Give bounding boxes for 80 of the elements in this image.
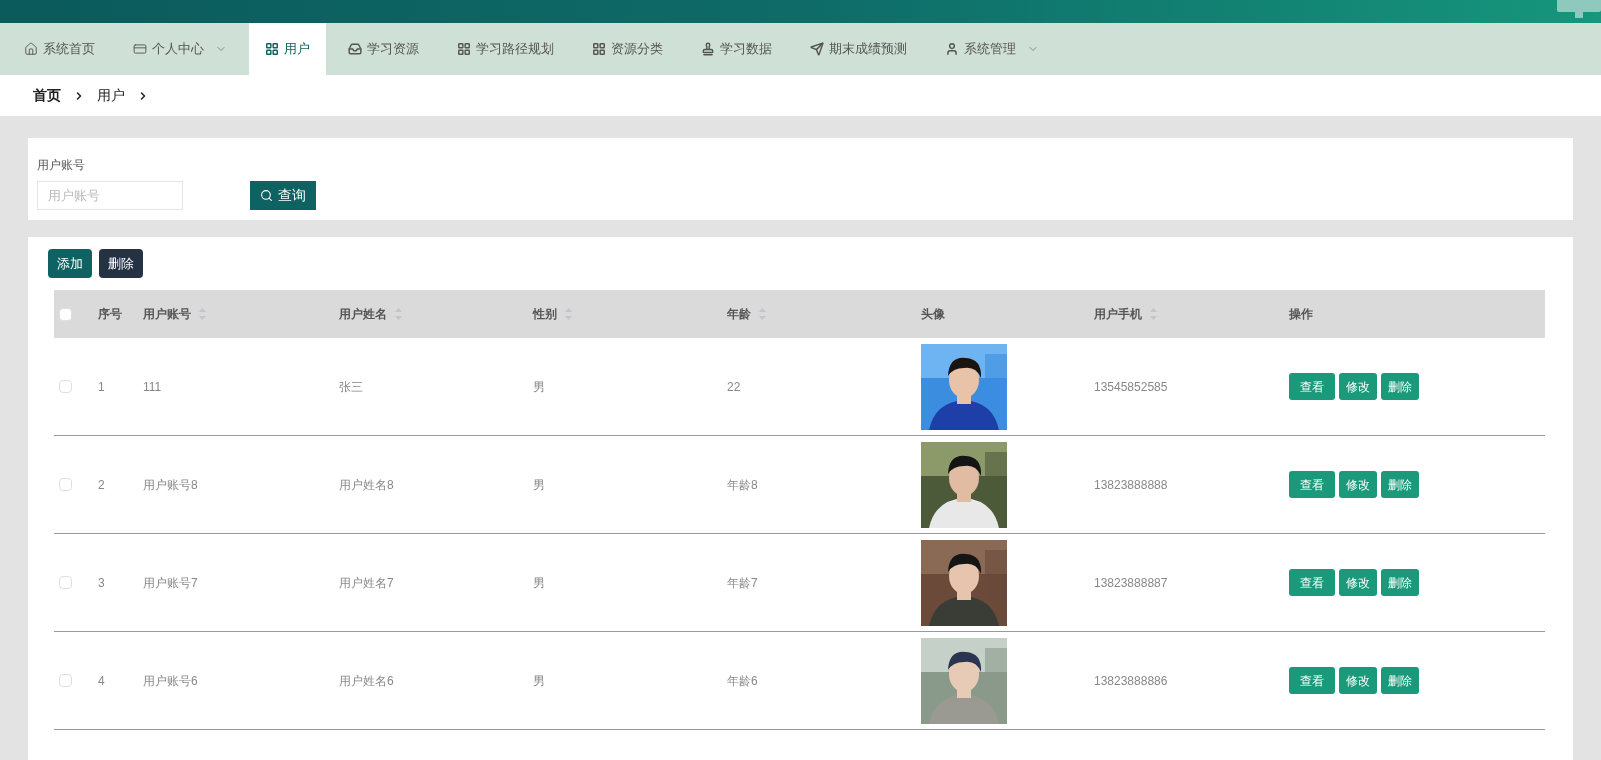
nav-tab[interactable]: 期末成绩预测 [794,23,923,75]
action-button[interactable]: 查看 [1289,373,1335,400]
sort-icon[interactable] [395,308,402,320]
column-header: 操作 [1289,306,1313,323]
table-cell: 1 [98,379,105,394]
column-header[interactable]: 用户账号 [143,305,191,323]
table-cell: 男 [533,379,545,394]
breadcrumb-link[interactable]: 用户 [97,85,125,106]
table-cell: 3 [98,575,105,590]
search-button[interactable]: 查询 [250,181,316,210]
tray-icon [348,42,362,56]
column-header[interactable]: 年龄 [727,305,751,323]
search-icon [260,189,273,202]
table-cell: 用户姓名7 [339,575,394,590]
action-button[interactable]: 查看 [1289,471,1335,498]
checkbox[interactable] [59,380,72,393]
action-button[interactable]: 删除 [1381,667,1419,694]
sort-icon[interactable] [565,308,572,320]
table-cell: 13823888886 [1094,673,1168,688]
wallet-icon [133,42,147,56]
input-field[interactable]: 用户账号 [37,181,183,210]
table-cell: 用户账号6 [143,673,198,688]
sort-icon[interactable] [1150,308,1157,320]
sort-icon[interactable] [759,308,766,320]
action-button[interactable]: 修改 [1339,471,1377,498]
table-cell: 4 [98,673,105,688]
table-cell: 用户姓名8 [339,477,394,492]
action-button[interactable]: 查看 [1289,667,1335,694]
grid-icon [592,42,606,56]
checkbox[interactable] [59,307,72,321]
nav-tab[interactable]: 用户 [249,23,326,75]
table-cell: 13823888888 [1094,477,1168,492]
table-cell: 13545852585 [1094,379,1168,394]
checkbox[interactable] [59,576,72,589]
column-header[interactable]: 性别 [533,305,557,323]
delete-button[interactable]: 删除 [99,249,143,278]
table-cell: 用户姓名6 [339,673,394,688]
field-label: 用户账号 [37,157,86,174]
action-button[interactable]: 查看 [1289,569,1335,596]
action-button[interactable]: 修改 [1339,373,1377,400]
checkbox[interactable] [59,478,72,491]
table-cell: 年龄6 [727,673,758,688]
nav-tab[interactable]: 学习资源 [332,23,435,75]
paper-plane-icon [810,42,824,56]
breadcrumb-link[interactable]: 首页 [33,85,61,106]
nav-tab[interactable]: 学习路径规划 [441,23,570,75]
user-icon [945,42,959,56]
sort-icon[interactable] [199,308,206,320]
table-cell: 2 [98,477,105,492]
table-cell: 13823888887 [1094,575,1168,590]
table-cell: 男 [533,673,545,688]
table-cell: 22 [727,379,741,394]
column-header[interactable]: 用户姓名 [339,305,387,323]
action-button[interactable]: 修改 [1339,667,1377,694]
grid-icon [265,42,279,56]
nav-tab[interactable]: 系统管理 [929,23,1055,75]
nav-tab[interactable]: 资源分类 [576,23,679,75]
table-cell: 张三 [339,379,363,394]
table-cell: 年龄8 [727,477,758,492]
table-cell: 年龄7 [727,575,758,590]
nav-tab[interactable]: 个人中心 [117,23,243,75]
table-cell: 男 [533,477,545,492]
nav-tab[interactable]: 系统首页 [8,23,111,75]
nav-tab[interactable]: 学习数据 [685,23,788,75]
action-button[interactable]: 删除 [1381,373,1419,400]
table-cell: 用户账号7 [143,575,198,590]
action-button[interactable]: 修改 [1339,569,1377,596]
table-cell: 男 [533,575,545,590]
table-cell: 111 [143,379,162,394]
add-button[interactable]: 添加 [48,249,92,278]
grid-icon [457,42,471,56]
column-header: 序号 [98,306,122,323]
column-header[interactable]: 用户手机 [1094,305,1142,323]
house-icon [24,42,38,56]
table-cell: 用户账号8 [143,477,198,492]
stamp-icon [701,42,715,56]
action-button[interactable]: 删除 [1381,471,1419,498]
checkbox[interactable] [59,674,72,687]
column-header: 头像 [921,306,945,323]
action-button[interactable]: 删除 [1381,569,1419,596]
